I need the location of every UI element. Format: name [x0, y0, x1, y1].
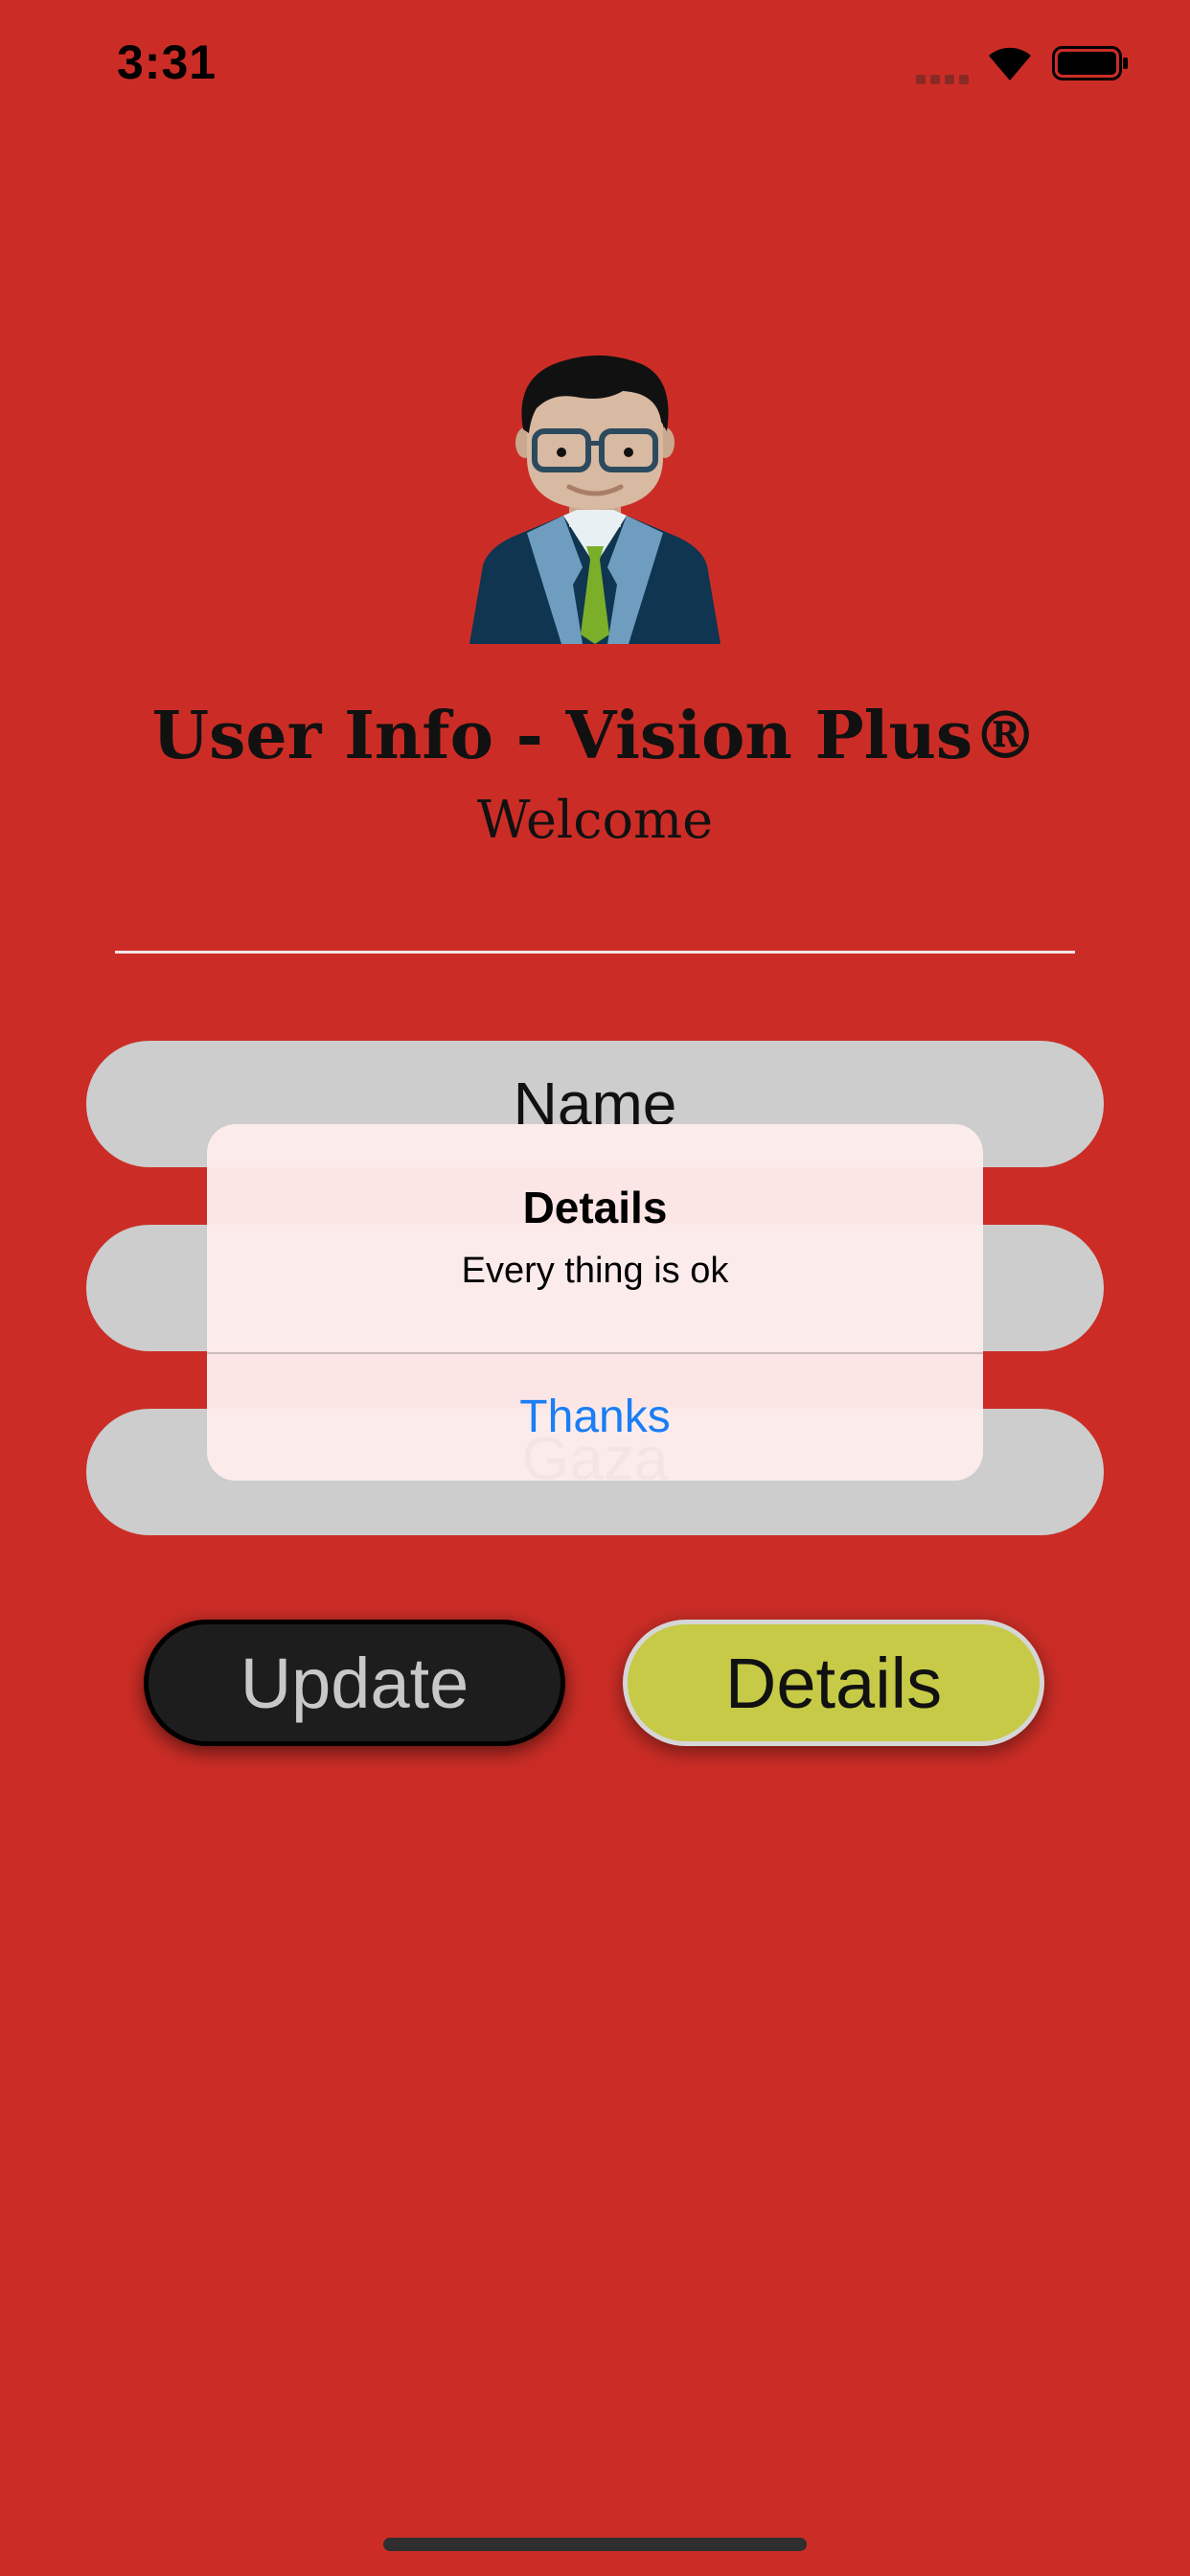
page-subtitle: Welcome	[476, 790, 714, 850]
thanks-button[interactable]: Thanks	[207, 1354, 983, 1481]
cellular-signal-icon	[916, 71, 973, 84]
battery-icon	[1052, 46, 1128, 80]
update-button[interactable]: Update	[144, 1620, 565, 1746]
home-indicator[interactable]	[383, 2538, 807, 2551]
alert-message: Every thing is ok	[461, 1251, 729, 1291]
status-bar: 3:31	[0, 0, 1190, 134]
alert-dialog: Details Every thing is ok Thanks	[207, 1124, 983, 1481]
alert-title: Details	[522, 1183, 668, 1232]
status-time: 3:31	[117, 35, 217, 89]
divider	[115, 951, 1075, 954]
user-avatar	[469, 355, 721, 644]
wifi-icon	[989, 47, 1031, 80]
details-button[interactable]: Details	[623, 1620, 1044, 1746]
page-title: User Info - Vision Plus®	[151, 698, 1039, 774]
